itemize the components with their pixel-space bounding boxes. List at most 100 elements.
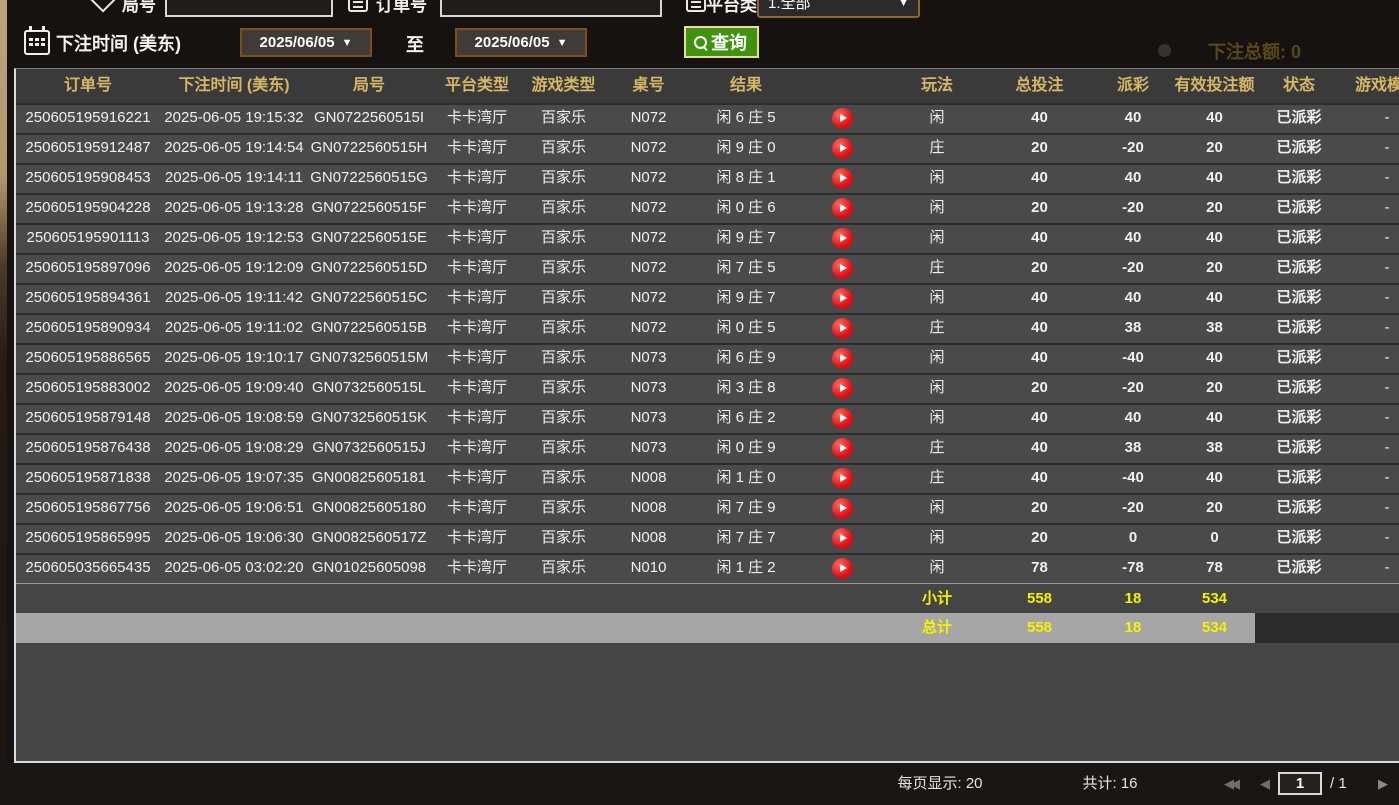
cell-table: N008 bbox=[603, 465, 694, 493]
cell-play: 庄 bbox=[887, 435, 987, 463]
cell-result: 闲 3 庄 8 bbox=[694, 375, 798, 403]
cell-result: 闲 9 庄 7 bbox=[694, 225, 798, 253]
replay-play-icon[interactable] bbox=[832, 198, 853, 219]
replay-play-icon[interactable] bbox=[832, 438, 853, 459]
replay-play-icon[interactable] bbox=[832, 108, 853, 129]
chevron-down-icon: ▼ bbox=[342, 37, 353, 49]
column-header: 平台类型 bbox=[430, 69, 524, 103]
cell-play: 闲 bbox=[887, 495, 987, 523]
cell-payout: -20 bbox=[1092, 135, 1174, 163]
cell-result: 闲 9 庄 0 bbox=[694, 135, 798, 163]
date-from-picker[interactable]: 2025/06/05 ▼ bbox=[240, 28, 372, 57]
query-button[interactable]: 查询 bbox=[684, 26, 759, 58]
table-row[interactable]: 2506051958791482025-06-05 19:08:59GN0732… bbox=[16, 403, 1399, 433]
replay-play-icon[interactable] bbox=[832, 348, 853, 369]
cell-platform: 卡卡湾厅 bbox=[430, 195, 524, 223]
date-to-value: 2025/06/05 bbox=[475, 34, 550, 51]
replay-play-icon[interactable] bbox=[832, 168, 853, 189]
cell-status: 已派彩 bbox=[1255, 555, 1343, 583]
column-header: 订单号 bbox=[16, 69, 160, 103]
replay-cell bbox=[798, 165, 887, 193]
table-row[interactable]: 2506051958659952025-06-05 19:06:30GN0082… bbox=[16, 523, 1399, 553]
cell-time: 2025-06-05 19:11:02 bbox=[160, 315, 308, 343]
order-number-input[interactable] bbox=[440, 0, 662, 17]
platform-type-select[interactable]: 1.全部 ▼ bbox=[757, 0, 920, 18]
table-row[interactable]: 2506051958943612025-06-05 19:11:42GN0722… bbox=[16, 283, 1399, 313]
table-row[interactable]: 2506051958718382025-06-05 19:07:35GN0082… bbox=[16, 463, 1399, 493]
cell-valid: 20 bbox=[1174, 195, 1255, 223]
next-page-button[interactable]: ▶ bbox=[1378, 763, 1388, 805]
cell-result: 闲 0 庄 9 bbox=[694, 435, 798, 463]
replay-play-icon[interactable] bbox=[832, 258, 853, 279]
platform-selected-value: 1.全部 bbox=[768, 0, 811, 13]
total-count-label: 共计: 16 bbox=[1050, 763, 1170, 805]
replay-play-icon[interactable] bbox=[832, 528, 853, 549]
cell-time: 2025-06-05 19:10:17 bbox=[160, 345, 308, 373]
replay-play-icon[interactable] bbox=[832, 558, 853, 579]
cell-bet: 40 bbox=[987, 285, 1092, 313]
cell-valid: 40 bbox=[1174, 165, 1255, 193]
date-to-picker[interactable]: 2025/06/05 ▼ bbox=[455, 28, 587, 57]
cell-bet: 40 bbox=[987, 345, 1092, 373]
order-number-icon bbox=[348, 0, 368, 12]
column-header: 桌号 bbox=[603, 69, 694, 103]
page-total-label: / 1 bbox=[1330, 763, 1347, 805]
cell-table: N073 bbox=[603, 405, 694, 433]
column-header: 玩法 bbox=[887, 69, 987, 103]
page-number-input[interactable] bbox=[1278, 772, 1322, 795]
cell-mode: - bbox=[1343, 345, 1399, 373]
replay-play-icon[interactable] bbox=[832, 288, 853, 309]
cell-play: 闲 bbox=[887, 285, 987, 313]
table-row[interactable]: 2506051959124872025-06-05 19:14:54GN0722… bbox=[16, 133, 1399, 163]
replay-play-icon[interactable] bbox=[832, 228, 853, 249]
play-triangle-icon bbox=[840, 534, 847, 542]
cell-round: GN0722560515F bbox=[308, 195, 430, 223]
table-row[interactable]: 2506051958909342025-06-05 19:11:02GN0722… bbox=[16, 313, 1399, 343]
cell-status: 已派彩 bbox=[1255, 465, 1343, 493]
cell-bet: 20 bbox=[987, 525, 1092, 553]
table-row[interactable]: 2506051958830022025-06-05 19:09:40GN0732… bbox=[16, 373, 1399, 403]
replay-play-icon[interactable] bbox=[832, 468, 853, 489]
column-header: 状态 bbox=[1255, 69, 1343, 103]
cell-status: 已派彩 bbox=[1255, 255, 1343, 283]
cell-status: 已派彩 bbox=[1255, 195, 1343, 223]
grand-total-row: 总计 558 18 534 bbox=[16, 613, 1399, 643]
table-row[interactable]: 2506051958764382025-06-05 19:08:29GN0732… bbox=[16, 433, 1399, 463]
cell-order: 250605195912487 bbox=[16, 135, 160, 163]
search-icon bbox=[693, 35, 708, 50]
cell-valid: 20 bbox=[1174, 495, 1255, 523]
round-number-input[interactable] bbox=[165, 0, 333, 17]
play-triangle-icon bbox=[840, 204, 847, 212]
cell-status: 已派彩 bbox=[1255, 165, 1343, 193]
table-row[interactable]: 2506051959011132025-06-05 19:12:53GN0722… bbox=[16, 223, 1399, 253]
prev-page-button[interactable]: ◀ bbox=[1260, 763, 1270, 805]
cell-order: 250605195867756 bbox=[16, 495, 160, 523]
cell-mode: - bbox=[1343, 225, 1399, 253]
replay-play-icon[interactable] bbox=[832, 318, 853, 339]
first-page-button[interactable]: ◀◀ bbox=[1224, 763, 1236, 805]
cell-time: 2025-06-05 19:08:59 bbox=[160, 405, 308, 433]
table-row[interactable]: 2506051958865652025-06-05 19:10:17GN0732… bbox=[16, 343, 1399, 373]
date-range-to-label: 至 bbox=[406, 31, 424, 57]
cell-game: 百家乐 bbox=[524, 525, 603, 553]
chevron-down-icon: ▼ bbox=[557, 37, 568, 49]
cell-mode: - bbox=[1343, 165, 1399, 193]
cell-order: 250605195886565 bbox=[16, 345, 160, 373]
replay-play-icon[interactable] bbox=[832, 138, 853, 159]
replay-play-icon[interactable] bbox=[832, 498, 853, 519]
cell-play: 闲 bbox=[887, 225, 987, 253]
play-triangle-icon bbox=[840, 264, 847, 272]
replay-play-icon[interactable] bbox=[832, 408, 853, 429]
table-row[interactable]: 2506050356654352025-06-05 03:02:20GN0102… bbox=[16, 553, 1399, 583]
table-row[interactable]: 2506051959042282025-06-05 19:13:28GN0722… bbox=[16, 193, 1399, 223]
cell-round: GN0722560515D bbox=[308, 255, 430, 283]
replay-play-icon[interactable] bbox=[832, 378, 853, 399]
cell-valid: 20 bbox=[1174, 375, 1255, 403]
table-row[interactable]: 2506051959162212025-06-05 19:15:32GN0722… bbox=[16, 103, 1399, 133]
table-body: 2506051959162212025-06-05 19:15:32GN0722… bbox=[16, 103, 1399, 583]
table-row[interactable]: 2506051958677562025-06-05 19:06:51GN0082… bbox=[16, 493, 1399, 523]
table-row[interactable]: 2506051959084532025-06-05 19:14:11GN0722… bbox=[16, 163, 1399, 193]
cell-status: 已派彩 bbox=[1255, 285, 1343, 313]
cell-mode: - bbox=[1343, 285, 1399, 313]
table-row[interactable]: 2506051958970962025-06-05 19:12:09GN0722… bbox=[16, 253, 1399, 283]
